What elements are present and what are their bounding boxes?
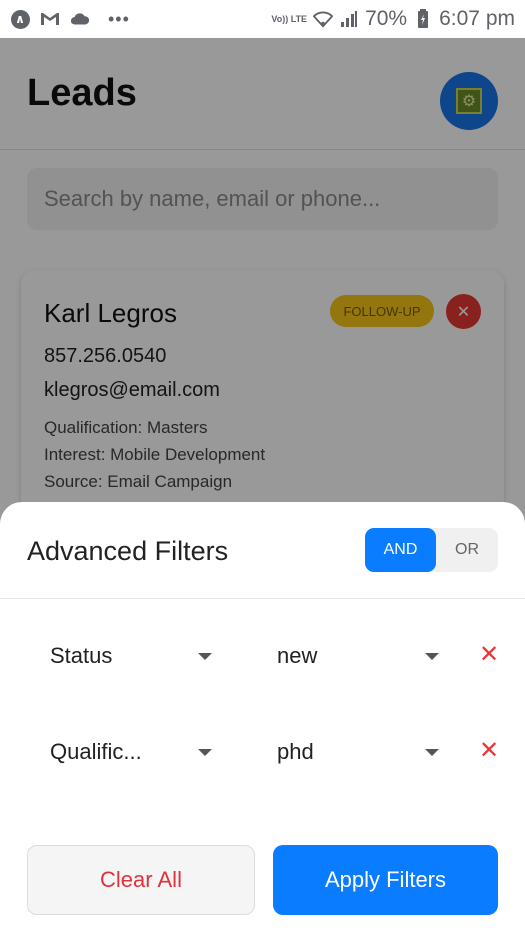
app-circle-icon: ∧ (10, 9, 30, 29)
advanced-filters-sheet: Advanced Filters AND OR Status new ✕ Qua… (0, 502, 525, 941)
filter-row: Qualific... phd ✕ (0, 730, 525, 774)
filter-value-text: phd (277, 739, 314, 764)
logic-toggle: AND OR (365, 528, 498, 572)
status-bar-right: Vo)) LTE 70% 6:07 pm (271, 7, 515, 31)
filter-value-select[interactable]: new (277, 634, 447, 678)
sheet-title: Advanced Filters (27, 536, 229, 566)
apply-filters-button[interactable]: Apply Filters (273, 845, 498, 915)
filter-value-select[interactable]: phd (277, 730, 447, 774)
filter-field-value: Status (50, 643, 113, 668)
clock: 6:07 pm (439, 7, 515, 30)
remove-filter-button[interactable]: ✕ (477, 640, 501, 668)
close-icon: ✕ (478, 640, 500, 668)
close-icon: ✕ (478, 736, 500, 764)
chevron-down-icon (425, 749, 439, 756)
logic-or-button[interactable]: OR (436, 528, 498, 572)
chevron-down-icon (198, 653, 212, 660)
logic-and-button[interactable]: AND (365, 528, 436, 572)
battery-percent: 70% (365, 7, 408, 30)
battery-icon (413, 9, 433, 29)
filter-field-select[interactable]: Qualific... (50, 730, 220, 774)
signal-icon (339, 9, 359, 29)
remove-filter-button[interactable]: ✕ (477, 736, 501, 764)
filter-row: Status new ✕ (0, 634, 525, 678)
filter-field-select[interactable]: Status (50, 634, 220, 678)
filter-field-value: Qualific... (50, 739, 142, 764)
filter-value-text: new (277, 643, 318, 668)
chevron-down-icon (198, 749, 212, 756)
status-bar-left: ∧ ••• (10, 9, 130, 30)
clear-all-button[interactable]: Clear All (27, 845, 255, 915)
volte-icon: Vo)) LTE (271, 13, 308, 24)
cloud-icon (70, 9, 90, 29)
divider (0, 598, 525, 599)
status-bar: ∧ ••• Vo)) LTE 70% 6:07 pm (0, 0, 525, 38)
gmail-icon (40, 9, 60, 29)
chevron-down-icon (425, 653, 439, 660)
more-dots-icon: ••• (108, 8, 130, 29)
wifi-icon (313, 9, 334, 29)
